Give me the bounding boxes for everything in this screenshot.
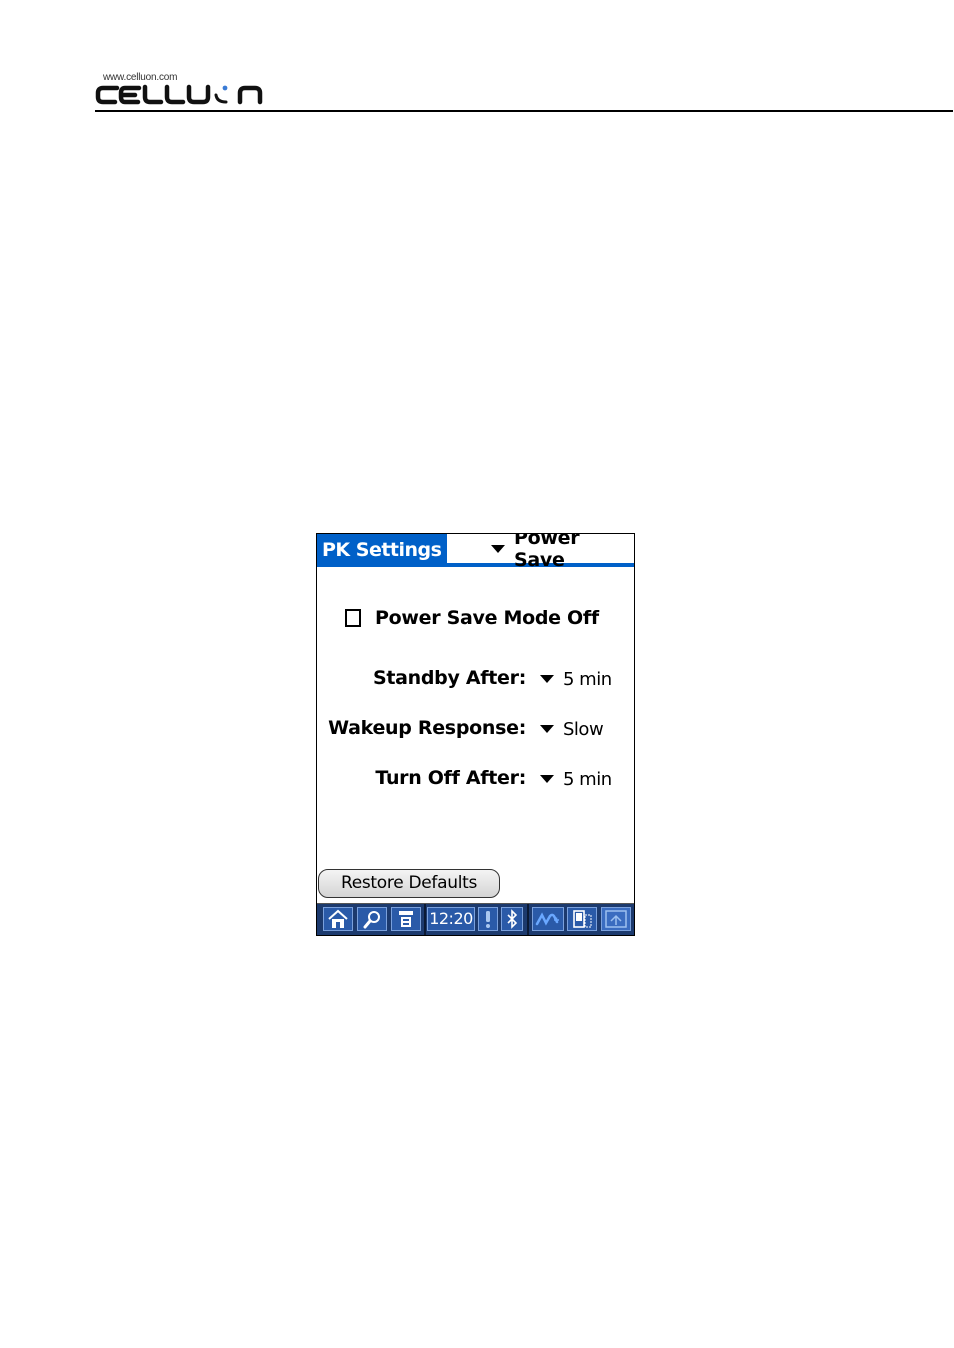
palm-screen: PK Settings Power Save Power Save Mode O… (316, 533, 635, 936)
dropdown-triangle-icon (540, 775, 554, 783)
standby-after-dropdown[interactable]: 5 min (540, 667, 612, 691)
category-label: Power Save (514, 533, 580, 571)
device-icon (573, 910, 592, 928)
alert-icon (486, 911, 490, 928)
celluon-logo: www.celluon.com (95, 72, 265, 108)
power-save-label: Power Save Mode Off (375, 607, 599, 629)
bluetooth-button[interactable] (501, 907, 523, 931)
category-dropdown[interactable]: Power Save (491, 534, 634, 571)
bluetooth-icon (507, 909, 518, 929)
wakeup-response-value: Slow (563, 718, 604, 740)
input-area-icon (605, 910, 627, 928)
home-icon (328, 909, 348, 928)
wakeup-response-dropdown[interactable]: Slow (540, 717, 604, 741)
device-button[interactable] (567, 907, 597, 931)
dropdown-triangle-icon (540, 725, 554, 733)
status-divider (424, 904, 426, 935)
status-divider (527, 904, 529, 935)
turn-off-after-dropdown[interactable]: 5 min (540, 767, 612, 791)
graffiti-icon (535, 912, 559, 926)
dropdown-triangle-icon (540, 675, 554, 683)
power-save-checkbox-row[interactable]: Power Save Mode Off (345, 607, 599, 629)
wakeup-response-label: Wakeup Response: (328, 717, 526, 739)
find-button[interactable] (357, 907, 387, 931)
celluon-wordmark (95, 84, 263, 105)
home-button[interactable] (323, 907, 353, 931)
restore-defaults-button[interactable]: Restore Defaults (318, 869, 500, 898)
alert-button[interactable] (478, 907, 498, 931)
input-area-button[interactable] (601, 907, 631, 931)
logo-url-text: www.celluon.com (103, 72, 178, 83)
standby-after-value: 5 min (563, 668, 612, 690)
power-save-checkbox[interactable] (345, 609, 361, 627)
menu-icon (399, 911, 413, 927)
graffiti-button[interactable] (532, 907, 564, 931)
find-icon (363, 911, 380, 929)
turn-off-after-value: 5 min (563, 768, 612, 790)
turn-off-after-label: Turn Off After: (375, 767, 526, 789)
standby-after-label: Standby After: (372, 667, 526, 689)
menu-button[interactable] (391, 907, 421, 931)
clock[interactable]: 12:20 (427, 907, 475, 931)
status-bar: 12:20 (317, 903, 634, 935)
dropdown-triangle-icon (491, 545, 505, 553)
header-rule (95, 110, 953, 112)
app-title[interactable]: PK Settings (317, 534, 447, 565)
